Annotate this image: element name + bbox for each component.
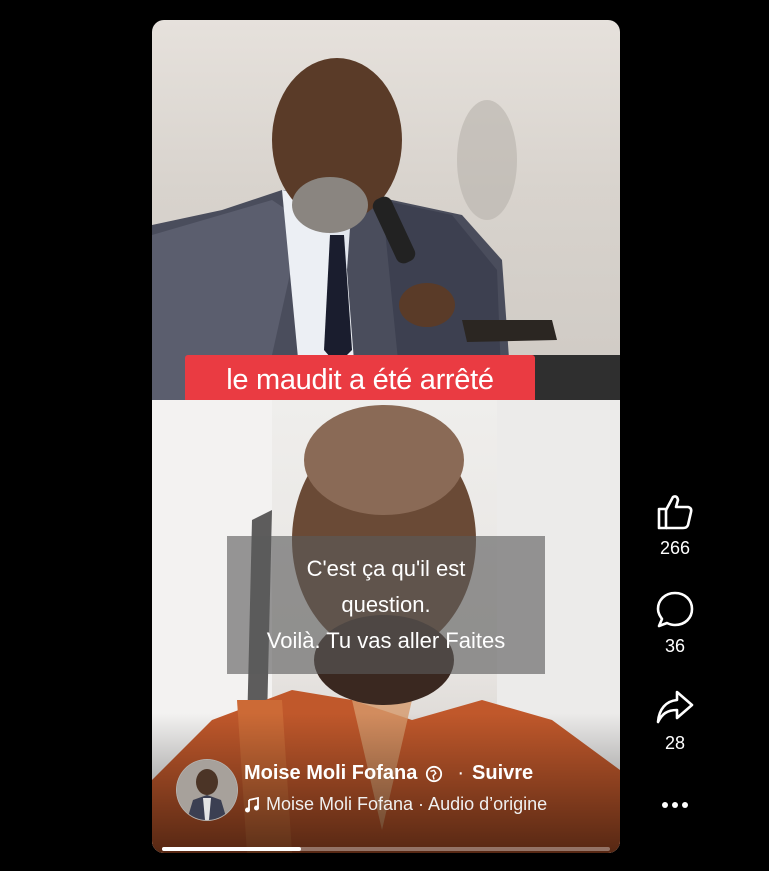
video-player[interactable]: le maudit a été arrêté C'est ça qu'il es… (152, 20, 620, 853)
like-icon (657, 495, 693, 530)
comment-count: 36 (664, 636, 686, 656)
share-button[interactable]: 28 (640, 687, 710, 754)
music-icon (245, 796, 259, 812)
caption-overlay: le maudit a été arrêté (185, 355, 535, 405)
top-video-frame: le maudit a été arrêté (152, 20, 620, 405)
comment-icon (656, 591, 694, 628)
avatar[interactable] (176, 759, 238, 821)
avatar-image (177, 760, 237, 820)
author-row: Moise Moli Fofana · Suivre (244, 762, 533, 785)
progress-bar[interactable] (162, 847, 610, 851)
follow-button[interactable]: Suivre (472, 762, 533, 785)
progress-fill (162, 847, 301, 851)
globe-icon (426, 765, 443, 782)
speaker-image (152, 58, 620, 400)
like-count: 266 (659, 538, 691, 558)
subtitle-line: question. (341, 592, 431, 617)
audio-row[interactable]: Moise Moli Fofana · Audio d’origine (244, 794, 547, 815)
like-button[interactable]: 266 (640, 492, 710, 559)
subtitle-box: C'est ça qu'il est question. Voilà. Tu v… (227, 536, 545, 674)
author-name[interactable]: Moise Moli Fofana (244, 762, 417, 785)
audio-label: Moise Moli Fofana · Audio d’origine (266, 794, 548, 814)
share-icon (656, 690, 694, 724)
comment-button[interactable]: 36 (640, 590, 710, 657)
share-count: 28 (664, 733, 686, 753)
subtitle-line: C'est ça qu'il est (306, 556, 466, 581)
subtitle-line: Voilà. Tu vas aller Faites (266, 628, 506, 653)
more-icon[interactable] (660, 795, 690, 815)
separator-dot: · (457, 762, 465, 784)
